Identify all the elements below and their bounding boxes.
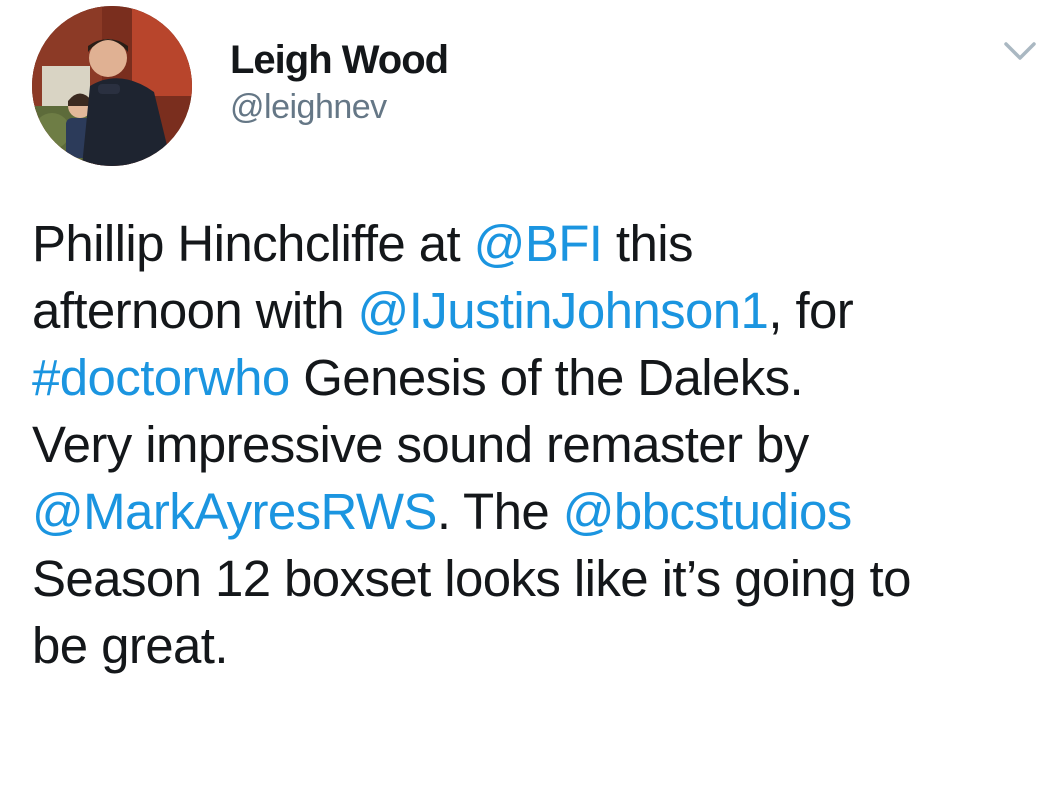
tweet-line: @MarkAyresRWS. The @bbcstudios (32, 478, 1042, 545)
mention-link-bbcstudios[interactable]: @bbcstudios (563, 483, 853, 540)
tweet-text-segment: afternoon with (32, 282, 358, 339)
mention-link-markayresrws[interactable]: @MarkAyresRWS (32, 483, 437, 540)
tweet-header: Leigh Wood @leighnev (32, 6, 1036, 168)
mention-link-bfi[interactable]: @BFI (474, 215, 603, 272)
tweet-text-segment: be great. (32, 617, 229, 674)
tweet-text: Phillip Hinchcliffe at @BFI this afterno… (32, 210, 1042, 679)
mention-link-ijustinjohnson1[interactable]: @IJustinJohnson1 (358, 282, 769, 339)
avatar-photo (32, 6, 192, 166)
author-handle[interactable]: @leighnev (230, 84, 448, 130)
author-names: Leigh Wood @leighnev (230, 36, 449, 130)
tweet-text-segment: , for (768, 282, 854, 339)
tweet-text-segment: Phillip Hinchcliffe at (32, 215, 474, 272)
tweet-text-segment: Very impressive sound remaster by (32, 416, 809, 473)
tweet-line: be great. (32, 612, 1042, 679)
tweet-text-segment: Season 12 boxset looks like it’s going t… (32, 550, 911, 607)
tweet-line: Season 12 boxset looks like it’s going t… (32, 545, 1042, 612)
tweet-text-segment: Genesis of the Daleks. (289, 349, 804, 406)
hashtag-link-doctorwho[interactable]: #doctorwho (32, 349, 290, 406)
tweet-line: afternoon with @IJustinJohnson1, for (32, 277, 1042, 344)
tweet-line: Very impressive sound remaster by (32, 411, 1042, 478)
chevron-down-icon (1004, 42, 1036, 60)
tweet-text-segment: this (602, 215, 694, 272)
tweet-menu-button[interactable] (1000, 36, 1040, 66)
avatar[interactable] (32, 6, 192, 166)
tweet-line: #doctorwho Genesis of the Daleks. (32, 344, 1042, 411)
author-display-name[interactable]: Leigh Wood (230, 36, 449, 84)
tweet-line: Phillip Hinchcliffe at @BFI this (32, 210, 1042, 277)
tweet-text-segment: . The (436, 483, 563, 540)
